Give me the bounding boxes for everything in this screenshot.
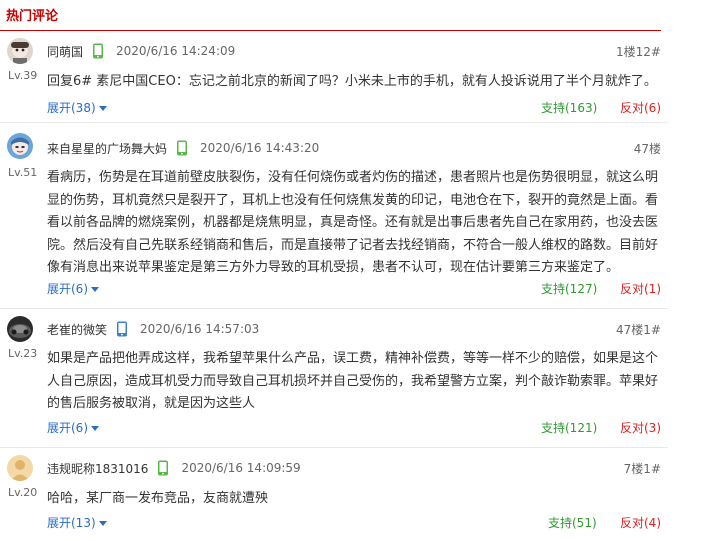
comment-item: Lv.51 来自星星的广场舞大妈 2020/6/16 14:43:20 47楼 … bbox=[0, 123, 668, 309]
user-avatar-icon[interactable] bbox=[7, 455, 33, 481]
expand-replies-button[interactable]: 展开(6) bbox=[47, 419, 99, 436]
chevron-down-icon bbox=[98, 106, 107, 111]
phone-icon bbox=[116, 321, 128, 337]
expand-replies-button[interactable]: 展开(38) bbox=[47, 99, 107, 116]
chevron-down-icon bbox=[91, 426, 99, 431]
comment-actions: 展开(38) 支持(163) 反对(6) bbox=[47, 99, 661, 117]
comment-meta: 来自星星的广场舞大妈 2020/6/16 14:43:20 bbox=[47, 138, 319, 158]
floor-number: 47楼 bbox=[633, 142, 661, 156]
comment-actions: 展开(6) 支持(127) 反对(1) bbox=[47, 280, 661, 298]
support-button[interactable]: 支持(121) bbox=[541, 419, 597, 436]
comment-text: 看病历，伤势是在耳道前壁皮肤裂伤，没有任何烧伤或者灼伤的描述，患者照片也是伤势很… bbox=[47, 170, 659, 276]
comment-meta: 同萌国 2020/6/16 14:24:09 bbox=[47, 41, 235, 61]
comment-meta: 老崔的微笑 2020/6/16 14:57:03 bbox=[47, 319, 259, 339]
comment-timestamp: 2020/6/16 14:57:03 bbox=[140, 322, 260, 336]
support-button[interactable]: 支持(127) bbox=[541, 280, 597, 297]
expand-label: 展开(6) bbox=[47, 282, 88, 296]
comment-timestamp: 2020/6/16 14:24:09 bbox=[116, 44, 236, 58]
floor-number: 1楼12# bbox=[616, 45, 661, 59]
comment-item: Lv.20 违规昵称1831016 2020/6/16 14:09:59 7楼1… bbox=[0, 448, 668, 541]
comment-actions: 展开(13) 支持(51) 反对(4) bbox=[47, 514, 661, 532]
expand-replies-button[interactable]: 展开(6) bbox=[47, 280, 99, 297]
expand-replies-button[interactable]: 展开(13) bbox=[47, 514, 107, 531]
comment-text: 如果是产品把他弄成这样，我希望苹果什么产品，误工费，精神补偿费，等等一样不少的赔… bbox=[47, 351, 659, 412]
hot-comments-header: 热门评论 bbox=[0, 0, 661, 32]
support-button[interactable]: 支持(51) bbox=[548, 514, 597, 531]
phone-icon bbox=[157, 460, 169, 476]
chevron-down-icon bbox=[91, 287, 99, 292]
user-avatar-icon[interactable] bbox=[7, 316, 33, 342]
user-avatar-icon[interactable] bbox=[7, 38, 33, 64]
comment-meta: 违规昵称1831016 2020/6/16 14:09:59 bbox=[47, 458, 301, 478]
expand-label: 展开(13) bbox=[47, 516, 96, 530]
user-avatar-icon[interactable] bbox=[7, 133, 33, 159]
floor-number: 7楼1# bbox=[623, 462, 661, 476]
section-title: 热门评论 bbox=[6, 9, 59, 24]
comment-actions: 展开(6) 支持(121) 反对(3) bbox=[47, 419, 661, 437]
phone-icon bbox=[92, 43, 104, 59]
oppose-button[interactable]: 反对(1) bbox=[620, 280, 661, 297]
expand-label: 展开(38) bbox=[47, 101, 96, 115]
oppose-button[interactable]: 反对(6) bbox=[620, 99, 661, 116]
comment-timestamp: 2020/6/16 14:43:20 bbox=[200, 141, 320, 155]
username-link[interactable]: 老崔的微笑 bbox=[47, 321, 107, 338]
floor-number: 47楼1# bbox=[616, 323, 661, 337]
username-link[interactable]: 同萌国 bbox=[47, 43, 83, 60]
comment-text: 回复6# 素尼中国CEO：忘记之前北京的新闻了吗？小米未上市的手机，就有人投诉说… bbox=[47, 74, 657, 89]
oppose-button[interactable]: 反对(4) bbox=[620, 514, 661, 531]
user-level: Lv.51 bbox=[8, 166, 38, 179]
username-link[interactable]: 违规昵称1831016 bbox=[47, 460, 148, 477]
user-level: Lv.39 bbox=[8, 69, 38, 82]
expand-label: 展开(6) bbox=[47, 421, 88, 435]
user-level: Lv.23 bbox=[8, 347, 38, 360]
phone-icon bbox=[176, 140, 188, 156]
user-level: Lv.20 bbox=[8, 486, 38, 499]
username-link[interactable]: 来自星星的广场舞大妈 bbox=[47, 140, 167, 157]
chevron-down-icon bbox=[98, 521, 107, 526]
comment-timestamp: 2020/6/16 14:09:59 bbox=[181, 461, 301, 475]
comment-item: Lv.23 老崔的微笑 2020/6/16 14:57:03 47楼1# 如果是… bbox=[0, 309, 668, 448]
comment-text: 哈哈，某厂商一发布竞品，友商就遭殃 bbox=[47, 491, 269, 506]
support-button[interactable]: 支持(163) bbox=[541, 99, 597, 116]
oppose-button[interactable]: 反对(3) bbox=[620, 419, 661, 436]
header-divider bbox=[0, 30, 661, 31]
comment-item: Lv.39 同萌国 2020/6/16 14:24:09 1楼12# 回复6# … bbox=[0, 32, 668, 123]
